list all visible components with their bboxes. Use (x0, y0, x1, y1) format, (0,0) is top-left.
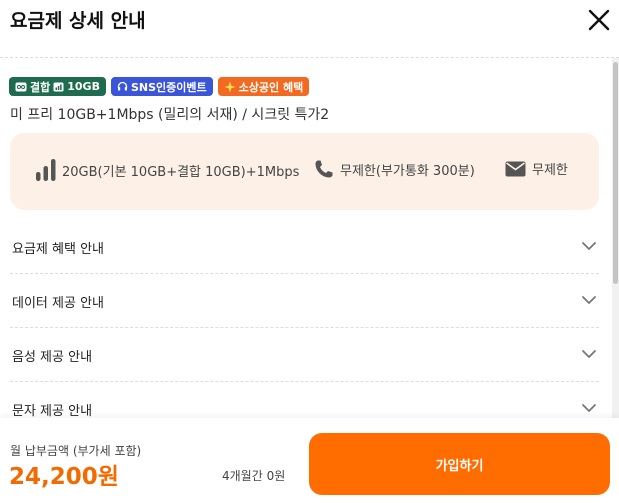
signal-icon (53, 82, 64, 92)
chevron-down-icon (582, 296, 596, 304)
payment-footer: 월 납부금액 (부가세 포함) 24,200원 4개월간 0원 가입하기 (0, 418, 619, 503)
mail-icon (505, 161, 526, 176)
voice-spec: 무제한(부가통화 300분) (314, 159, 475, 179)
sparkle-icon (224, 81, 236, 93)
accordion-label: 음성 제공 안내 (12, 350, 93, 365)
plan-detail-content: 결합 10GB SNS인증이벤트 소상공인 혜택 미 프리 10GB+1Mbps… (0, 58, 612, 418)
accordion-label: 데이터 제공 안내 (12, 296, 104, 311)
infinity-icon (15, 82, 27, 92)
accordion-plan-benefits[interactable]: 요금제 혜택 안내 (10, 220, 599, 274)
sms-spec: 무제한 (505, 159, 568, 178)
join-button[interactable]: 가입하기 (309, 433, 610, 495)
small-business-badge: 소상공인 혜택 (217, 77, 310, 96)
accordion-sms-info[interactable]: 문자 제공 안내 (10, 382, 599, 418)
sns-event-badge: SNS인증이벤트 (110, 77, 213, 96)
bundle-badge: 결합 10GB (9, 77, 106, 96)
badge-row: 결합 10GB SNS인증이벤트 소상공인 혜택 (9, 77, 310, 96)
small-business-badge-label: 소상공인 혜택 (238, 80, 304, 94)
monthly-fee-value: 24,200원 (9, 464, 119, 490)
chevron-down-icon (582, 350, 596, 358)
promo-text: 4개월간 0원 (222, 469, 286, 483)
chevron-down-icon (582, 242, 596, 250)
accordion-data-info[interactable]: 데이터 제공 안내 (10, 274, 599, 328)
modal-header: 요금제 상세 안내 (0, 0, 619, 58)
plan-summary-card: 20GB(기본 10GB+결합 10GB)+1Mbps 무제한(부가통화 300… (10, 133, 599, 210)
accordion-label: 요금제 혜택 안내 (12, 242, 104, 257)
signal-bars-icon (36, 159, 56, 181)
accordion-voice-info[interactable]: 음성 제공 안내 (10, 328, 599, 382)
bundle-badge-label: 결합 (30, 80, 51, 94)
data-spec: 20GB(기본 10GB+결합 10GB)+1Mbps (36, 159, 299, 181)
headset-icon (117, 81, 128, 92)
sms-spec-text: 무제한 (532, 163, 568, 178)
chevron-down-icon (582, 404, 596, 412)
voice-spec-text: 무제한(부가통화 300분) (340, 163, 475, 179)
accordion-label: 문자 제공 안내 (12, 404, 93, 418)
page-title: 요금제 상세 안내 (10, 10, 146, 32)
bundle-badge-extra: 10GB (67, 80, 100, 93)
sns-event-badge-label: SNS인증이벤트 (130, 80, 207, 94)
data-spec-text: 20GB(기본 10GB+결합 10GB)+1Mbps (62, 164, 300, 180)
scrollbar-thumb[interactable] (613, 62, 618, 284)
phone-icon (315, 160, 333, 178)
plan-name: 미 프리 10GB+1Mbps (밀리의 서재) / 시크릿 특가2 (10, 107, 330, 123)
close-icon[interactable] (586, 7, 612, 33)
